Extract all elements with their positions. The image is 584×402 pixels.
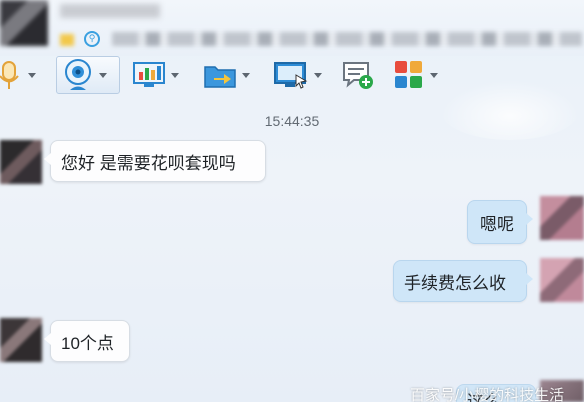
file-transfer-icon [204, 66, 236, 88]
screen-share-button[interactable] [133, 56, 179, 94]
avatar[interactable] [0, 318, 42, 362]
chevron-down-icon[interactable] [28, 72, 36, 78]
avatar[interactable] [540, 258, 584, 302]
contact-avatar[interactable] [0, 0, 48, 46]
chevron-down-icon[interactable] [430, 72, 438, 78]
create-discussion-icon [343, 62, 373, 89]
message-bubble-outgoing[interactable]: 嗯呢 [467, 200, 533, 244]
message-bubble-incoming[interactable]: 10个点 [44, 320, 130, 362]
apps-button[interactable] [394, 56, 438, 94]
chevron-down-icon[interactable] [242, 72, 250, 78]
avatar[interactable] [0, 140, 42, 184]
apps-icon [395, 61, 422, 88]
remote-desktop-button[interactable] [274, 56, 322, 94]
chevron-down-icon[interactable] [314, 72, 322, 78]
qr-code-icon[interactable]: ⚲ [84, 31, 100, 47]
video-call-button[interactable] [56, 56, 120, 94]
chevron-down-icon[interactable] [171, 72, 179, 78]
voice-call-icon [0, 61, 19, 89]
title-bar: ⚲ [0, 0, 584, 56]
video-call-icon [65, 59, 91, 90]
file-transfer-button[interactable] [204, 56, 250, 94]
contact-name [60, 4, 160, 18]
contact-signature [112, 32, 582, 46]
chevron-down-icon[interactable] [99, 72, 107, 78]
message-bubble-incoming[interactable]: 您好 是需要花呗套现吗 [44, 140, 266, 182]
message-timestamp: 15:44:35 [264, 113, 320, 129]
create-discussion-button[interactable] [342, 56, 374, 94]
remote-desktop-icon [274, 62, 308, 89]
status-icon [60, 34, 74, 46]
background-cloud [440, 80, 580, 140]
voice-call-button[interactable] [0, 56, 36, 94]
screen-share-icon [133, 62, 165, 87]
message-bubble-outgoing[interactable]: 手续费怎么收 [393, 260, 533, 302]
watermark-text: 百家号/小樱的科技生活 [410, 387, 565, 402]
avatar[interactable] [540, 196, 584, 240]
